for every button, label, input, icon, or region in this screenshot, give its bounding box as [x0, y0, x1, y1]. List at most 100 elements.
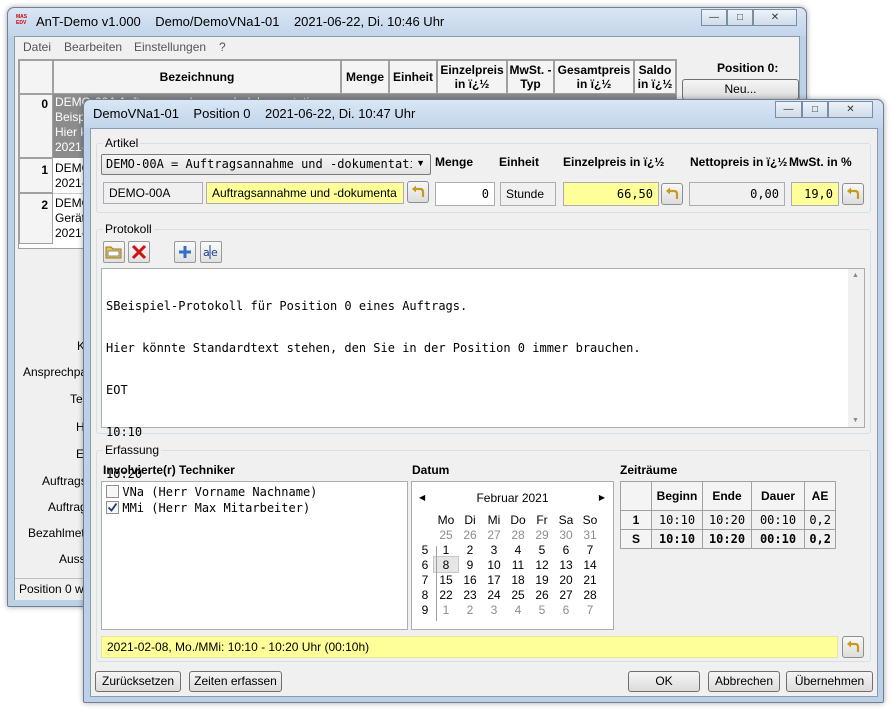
calendar-day[interactable]: 21: [578, 572, 602, 587]
calendar-day[interactable]: 25: [434, 527, 458, 542]
calendar-day[interactable]: 2: [458, 602, 482, 617]
calendar-day[interactable]: 1: [434, 602, 458, 617]
col-einheit[interactable]: Einheit: [389, 60, 437, 94]
minimize-button[interactable]: —: [701, 9, 727, 26]
calendar-day[interactable]: 22: [434, 587, 458, 602]
calendar-day[interactable]: 26: [458, 527, 482, 542]
calendar-next-icon[interactable]: ▶: [599, 493, 605, 502]
open-folder-button[interactable]: [103, 241, 125, 263]
col-menge[interactable]: Menge: [341, 60, 389, 94]
scroll-down-icon[interactable]: ▼: [852, 417, 859, 424]
time-col-dauer[interactable]: Dauer: [751, 481, 805, 511]
artikel-combobox[interactable]: DEMO-00A = Auftragsannahme und -dokument…: [101, 154, 431, 175]
calendar-day[interactable]: 1: [434, 542, 458, 557]
calendar-day[interactable]: 10: [482, 557, 506, 572]
row-header-0[interactable]: 0: [19, 94, 53, 158]
time-col-ende[interactable]: Ende: [702, 481, 752, 511]
calendar-day[interactable]: 6: [554, 602, 578, 617]
time-col-ae[interactable]: AE: [804, 481, 836, 511]
maximize-button[interactable]: □: [727, 9, 753, 26]
apply-button[interactable]: Übernehmen: [786, 671, 873, 692]
calendar-day[interactable]: 3: [482, 542, 506, 557]
calendar-day[interactable]: 5: [530, 602, 554, 617]
col-saldo[interactable]: Saldo in ï¿½: [634, 60, 676, 94]
row-header-1[interactable]: 1: [19, 158, 53, 193]
calendar-day[interactable]: 3: [482, 602, 506, 617]
calendar-day[interactable]: 26: [530, 587, 554, 602]
col-mwst-typ[interactable]: MwSt. -Typ: [507, 60, 554, 94]
menu-help[interactable]: ?: [219, 40, 226, 54]
calendar-day[interactable]: 27: [554, 587, 578, 602]
col-gesamtpreis[interactable]: Gesamtpreis in ï¿½: [554, 60, 634, 94]
col-bezeichnung[interactable]: Bezeichnung: [53, 60, 341, 94]
spellcheck-button[interactable]: ae: [200, 241, 222, 263]
calendar-day[interactable]: 18: [506, 572, 530, 587]
calendar-day[interactable]: 28: [506, 527, 530, 542]
undo-name-button[interactable]: [407, 181, 429, 203]
calendar-day[interactable]: 15: [434, 572, 458, 587]
calendar-day[interactable]: 19: [530, 572, 554, 587]
dialog-maximize-button[interactable]: □: [802, 101, 828, 118]
ok-button[interactable]: OK: [628, 671, 700, 692]
close-button[interactable]: ✕: [753, 9, 797, 26]
calendar-day[interactable]: 2: [458, 542, 482, 557]
time-ae[interactable]: 0,2: [804, 510, 836, 530]
calendar-day[interactable]: 5: [530, 542, 554, 557]
time-ende[interactable]: 10:20: [702, 510, 752, 530]
reset-button[interactable]: Zurücksetzen: [95, 671, 181, 692]
scroll-up-icon[interactable]: ▲: [852, 272, 859, 279]
main-titlebar[interactable]: MAS EDV AnT-Demo v1.000 Demo/DemoVNa1-01…: [8, 8, 806, 36]
protokoll-textarea[interactable]: SBeispiel-Protokoll für Position 0 eines…: [101, 268, 865, 481]
menu-datei[interactable]: Datei: [23, 40, 51, 54]
calendar-day[interactable]: 20: [554, 572, 578, 587]
delete-button[interactable]: [128, 241, 150, 263]
calendar-day[interactable]: 9: [458, 557, 482, 572]
calendar-day[interactable]: 28: [578, 587, 602, 602]
calendar-day[interactable]: 31: [578, 527, 602, 542]
undo-mwst-button[interactable]: [842, 183, 864, 205]
calendar-day[interactable]: 7: [578, 602, 602, 617]
checkbox-unchecked[interactable]: [106, 485, 119, 499]
capture-times-button[interactable]: Zeiten erfassen: [189, 671, 282, 692]
calendar-day[interactable]: 29: [530, 527, 554, 542]
protokoll-scrollbar[interactable]: ▲ ▼: [848, 269, 864, 427]
calendar-day[interactable]: 25: [506, 587, 530, 602]
calendar-day[interactable]: 17: [482, 572, 506, 587]
row-header-2[interactable]: 2: [19, 193, 53, 244]
menge-field[interactable]: 0: [435, 182, 495, 206]
calendar-day[interactable]: 30: [554, 527, 578, 542]
new-position-button[interactable]: Neu...: [682, 79, 799, 100]
checkbox-checked[interactable]: [106, 501, 119, 515]
time-col-beginn[interactable]: Beginn: [651, 481, 703, 511]
col-einzelpreis[interactable]: Einzelpreis in ï¿½: [437, 60, 507, 94]
calendar-day[interactable]: 7: [578, 542, 602, 557]
calendar-day[interactable]: 13: [554, 557, 578, 572]
dialog-close-button[interactable]: ✕: [828, 101, 873, 118]
dialog-titlebar[interactable]: DemoVNa1-01 Position 0 2021-06-22, Di. 1…: [84, 100, 883, 128]
undo-einzelpreis-button[interactable]: [661, 183, 683, 205]
artikel-name-field[interactable]: Auftragsannahme und -dokumenta: [206, 182, 404, 204]
menu-einstellungen[interactable]: Einstellungen: [134, 40, 206, 54]
mwst-field[interactable]: 19,0: [791, 182, 839, 206]
dialog-minimize-button[interactable]: —: [775, 101, 802, 118]
calendar-day[interactable]: 6: [554, 542, 578, 557]
calendar-day[interactable]: 4: [506, 542, 530, 557]
time-beginn[interactable]: 10:10: [651, 510, 703, 530]
cancel-button[interactable]: Abbrechen: [708, 671, 780, 692]
calendar-day[interactable]: 11: [506, 557, 530, 572]
techniker-item[interactable]: MMi (Herr Max Mitarbeiter): [106, 500, 310, 516]
calendar-day[interactable]: 27: [482, 527, 506, 542]
menu-bearbeiten[interactable]: Bearbeiten: [64, 40, 122, 54]
calendar-day[interactable]: 12: [530, 557, 554, 572]
calendar-day[interactable]: 16: [458, 572, 482, 587]
techniker-item[interactable]: VNa (Herr Vorname Nachname): [106, 484, 317, 500]
calendar-day[interactable]: 8: [433, 556, 459, 573]
calendar-day[interactable]: 14: [578, 557, 602, 572]
calendar-day[interactable]: 24: [482, 587, 506, 602]
calendar-month[interactable]: Februar 2021: [412, 491, 613, 505]
add-button[interactable]: [174, 241, 196, 263]
calendar-day[interactable]: 4: [506, 602, 530, 617]
time-row[interactable]: 1 10:10 10:20 00:10 0,2: [620, 510, 836, 530]
einzelpreis-field[interactable]: 66,50: [563, 182, 659, 206]
calendar-day[interactable]: 23: [458, 587, 482, 602]
